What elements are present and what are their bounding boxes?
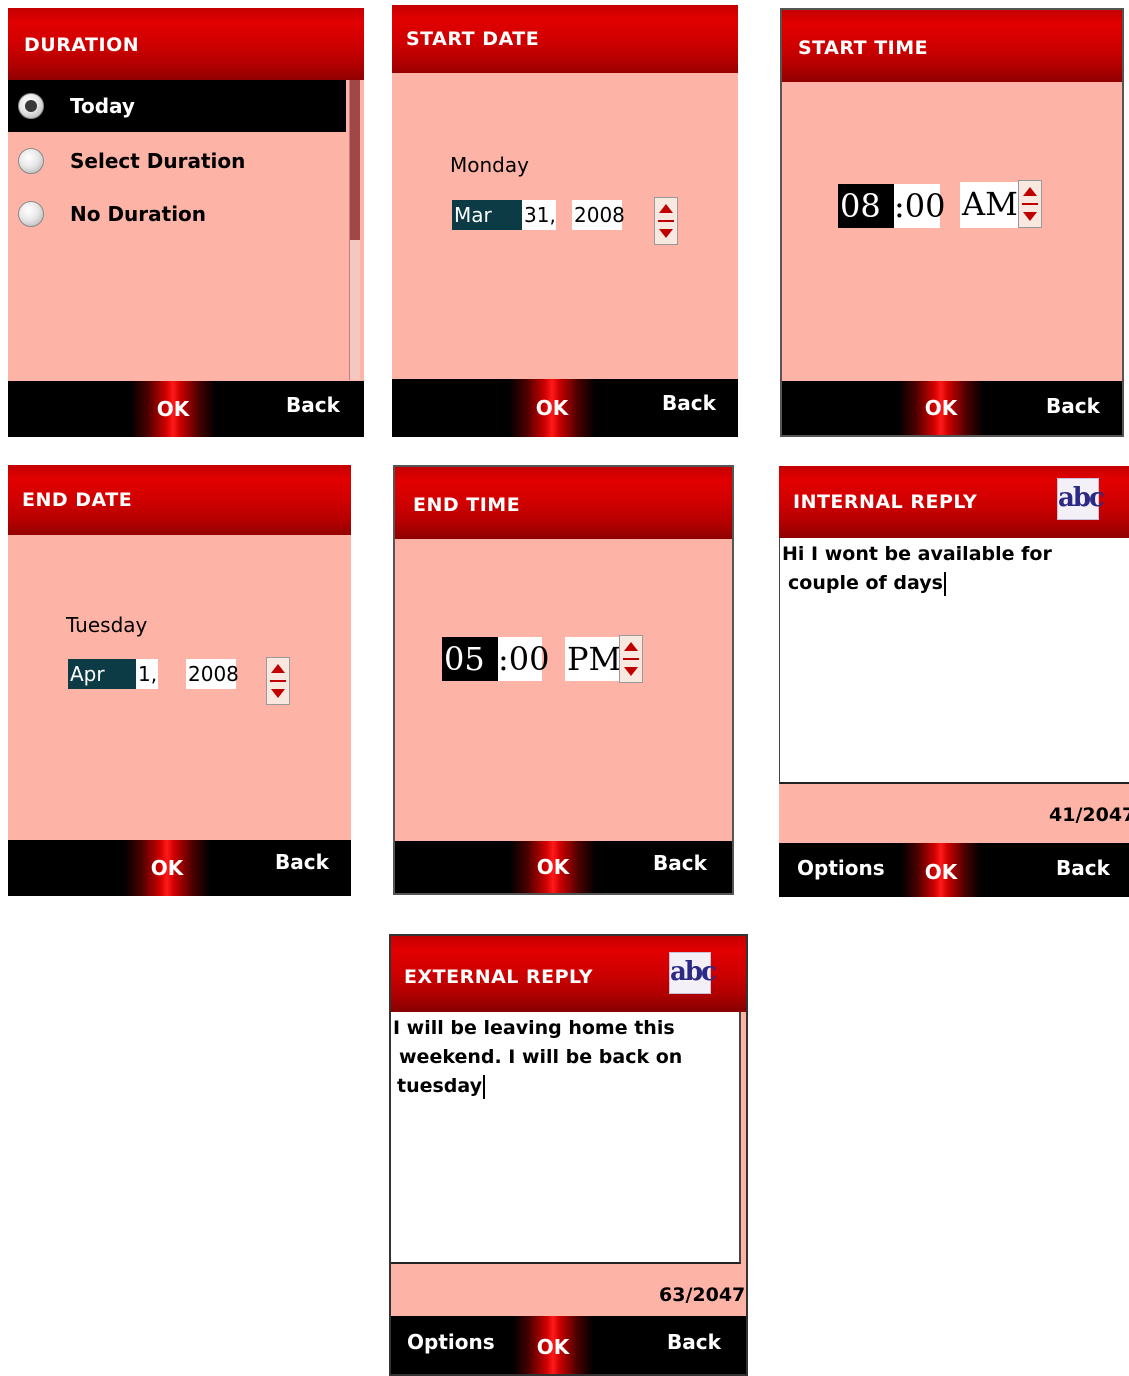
screen-title: END TIME [413,494,521,516]
ok-button[interactable]: OK [898,381,984,435]
text-cursor-icon [483,1074,486,1099]
message-line: Hi I wont be available for [782,543,1052,565]
internal-reply-screen: INTERNAL REPLY abc Hi I wont be availabl… [779,466,1129,897]
ok-button[interactable]: OK [509,379,595,437]
screen-title: START TIME [798,37,929,59]
end-time-screen: END TIME 05 :00 PM OK Back [393,465,734,895]
external-reply-screen: EXTERNAL REPLY abc I will be leaving hom… [389,934,748,1376]
text-cursor-icon [943,571,946,596]
option-label: Select Duration [70,149,246,173]
softkey-bar: OK Back [782,381,1122,435]
radio-icon [18,201,44,227]
message-line: weekend. I will be back on [399,1046,683,1068]
screen-title: DURATION [24,34,140,56]
start-date-screen: START DATE Monday Mar 31, 2008 OK Back [392,5,738,437]
char-counter: 63/2047 [659,1284,746,1306]
ok-button[interactable]: OK [901,843,981,897]
softkey-bar: Options OK Back [391,1316,746,1374]
message-line: I will be leaving home this [393,1017,675,1039]
ok-button[interactable]: OK [124,840,210,896]
header-bar: START TIME [782,10,1122,82]
char-counter: 41/2047 [1049,804,1129,826]
option-label: No Duration [70,202,207,226]
scrollbar-thumb[interactable] [350,80,360,240]
options-button[interactable]: Options [407,1330,495,1354]
screen-title: EXTERNAL REPLY [404,966,593,988]
abc-input-mode-icon: abc [669,952,717,994]
option-today[interactable]: Today [8,80,346,132]
back-button[interactable]: Back [275,850,329,874]
ampm-stepper-icon[interactable] [1018,180,1042,228]
ampm-stepper-icon[interactable] [619,635,643,683]
back-button[interactable]: Back [286,393,340,417]
softkey-bar: OK Back [395,841,732,893]
hour-field[interactable]: 05 [442,637,498,681]
hour-field[interactable]: 08 [838,184,894,228]
header-bar: EXTERNAL REPLY abc [391,936,746,1012]
softkey-bar: OK Back [392,379,738,437]
back-button[interactable]: Back [1046,394,1100,418]
radio-selected-icon [18,93,44,119]
duration-screen: DURATION Today Select Duration No Durati… [8,8,364,437]
header-bar: DURATION [8,8,364,80]
header-bar: END DATE [8,465,351,535]
back-button[interactable]: Back [667,1330,721,1354]
options-button[interactable]: Options [797,856,885,880]
back-button[interactable]: Back [653,851,707,875]
header-bar: INTERNAL REPLY abc [779,466,1129,538]
softkey-bar: OK Back [8,840,351,896]
option-label: Today [70,94,135,118]
message-line: tuesday [393,1072,737,1101]
weekday-label: Tuesday [66,613,148,637]
date-stepper-icon[interactable] [266,657,290,705]
header-bar: END TIME [395,467,732,539]
minutes-field[interactable]: :00 [498,637,550,681]
screen-title: INTERNAL REPLY [793,491,978,513]
softkey-bar: Options OK Back [779,843,1129,897]
ampm-field[interactable]: AM [960,182,1020,228]
header-bar: START DATE [392,5,738,73]
message-line: couple of days [782,569,1127,598]
back-button[interactable]: Back [662,391,716,415]
ok-button[interactable]: OK [513,1316,593,1374]
month-field[interactable]: Mar [452,200,522,230]
end-date-screen: END DATE Tuesday Apr 1, 2008 OK Back [8,465,351,896]
message-textarea[interactable]: I will be leaving home this weekend. I w… [391,1012,741,1264]
screen-title: END DATE [22,489,133,511]
option-no-duration[interactable]: No Duration [8,188,346,240]
scrollbar[interactable] [349,80,360,380]
weekday-label: Monday [450,153,529,177]
year-field[interactable]: 2008 [186,659,239,689]
day-field[interactable]: 1, [136,659,158,689]
minutes-field[interactable]: :00 [894,184,946,228]
radio-icon [18,148,44,174]
day-field[interactable]: 31, [522,200,556,230]
abc-input-mode-icon: abc [1057,478,1105,520]
ampm-field[interactable]: PM [565,637,621,681]
ok-button[interactable]: OK [510,841,596,893]
message-textarea[interactable]: Hi I wont be available for couple of day… [779,538,1129,784]
date-stepper-icon[interactable] [654,197,678,245]
screen-title: START DATE [406,28,540,50]
ok-button[interactable]: OK [130,381,216,437]
option-select-duration[interactable]: Select Duration [8,135,346,187]
softkey-bar: OK Back [8,381,364,437]
back-button[interactable]: Back [1056,856,1110,880]
month-field[interactable]: Apr [68,659,136,689]
start-time-screen: START TIME 08 :00 AM OK Back [780,8,1124,437]
year-field[interactable]: 2008 [572,200,625,230]
